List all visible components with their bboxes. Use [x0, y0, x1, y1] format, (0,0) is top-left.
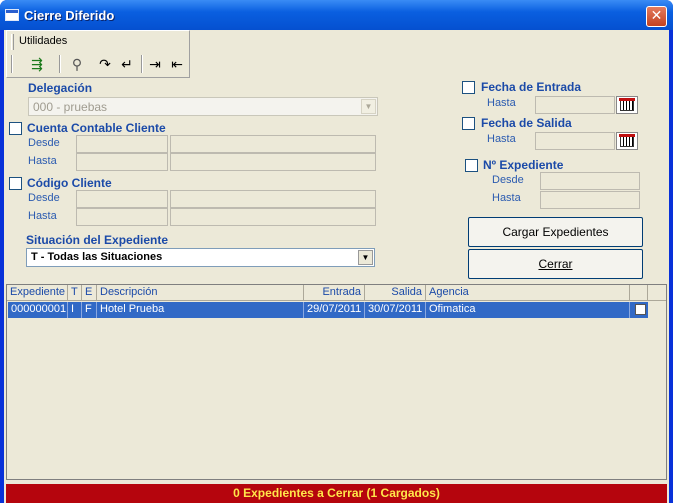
cell-expediente: 000000001: [8, 302, 68, 318]
col-agencia[interactable]: Agencia: [426, 285, 630, 301]
cell-agencia: Ofimatica: [426, 302, 630, 318]
situacion-label: Situación del Expediente: [26, 233, 169, 247]
delegacion-select: 000 - pruebas ▼: [28, 97, 378, 116]
codigo-desde-field-2[interactable]: [170, 190, 376, 208]
close-button[interactable]: ✕: [646, 6, 667, 27]
fecha-salida-hasta-field[interactable]: [535, 132, 615, 150]
grid-header: Expediente T E Descripción Entrada Salid…: [7, 285, 666, 301]
fecha-salida-label: Fecha de Salida: [481, 116, 572, 130]
cuenta-desde-label: Desde: [28, 137, 60, 149]
cuenta-checkbox[interactable]: [9, 122, 22, 135]
col-entrada[interactable]: Entrada: [304, 285, 365, 301]
col-check[interactable]: [630, 285, 648, 301]
cargar-expedientes-button[interactable]: Cargar Expedientes: [468, 217, 643, 247]
toolbar-grip-icon[interactable]: [11, 55, 13, 73]
calendar-icon[interactable]: [616, 132, 638, 150]
toolbar-separator: [141, 55, 143, 73]
cuenta-hasta-field-1[interactable]: [76, 153, 168, 171]
cerrar-button[interactable]: Cerrar: [468, 249, 643, 279]
col-expediente[interactable]: Expediente: [7, 285, 68, 301]
col-descripcion[interactable]: Descripción: [97, 285, 304, 301]
calendar-icon[interactable]: [616, 96, 638, 114]
codigo-hasta-label: Hasta: [28, 210, 57, 222]
codigo-label: Código Cliente: [27, 176, 112, 190]
table-row[interactable]: 000000001 I F Hotel Prueba 29/07/2011 30…: [8, 302, 648, 318]
expediente-checkbox[interactable]: [465, 159, 478, 172]
fecha-salida-checkbox[interactable]: [462, 117, 475, 130]
cuenta-label: Cuenta Contable Cliente: [27, 121, 166, 135]
col-t[interactable]: T: [68, 285, 82, 301]
undo-icon[interactable]: ↵: [117, 56, 137, 74]
expedientes-grid[interactable]: Expediente T E Descripción Entrada Salid…: [6, 284, 667, 480]
codigo-desde-label: Desde: [28, 192, 60, 204]
chevron-down-icon[interactable]: ▼: [358, 250, 373, 265]
cell-entrada: 29/07/2011: [304, 302, 365, 318]
expediente-hasta-field[interactable]: [540, 191, 640, 209]
expediente-desde-field[interactable]: [540, 172, 640, 190]
delegacion-value: 000 - pruebas: [33, 100, 108, 114]
menu-utilidades[interactable]: Utilidades: [19, 35, 67, 47]
toolbar: Utilidades ⇶ ⚲ ↷ ↵ ⇥ ⇤: [6, 30, 190, 78]
cuenta-hasta-label: Hasta: [28, 155, 57, 167]
fecha-entrada-checkbox[interactable]: [462, 81, 475, 94]
window-title: Cierre Diferido: [24, 8, 115, 23]
toolbar-separator: [59, 55, 61, 73]
cuenta-hasta-field-2[interactable]: [170, 153, 376, 171]
chevron-down-icon: ▼: [361, 99, 376, 114]
redo-icon[interactable]: ↷: [95, 56, 115, 74]
fecha-entrada-label: Fecha de Entrada: [481, 80, 582, 94]
situacion-value: T - Todas las Situaciones: [31, 251, 163, 263]
codigo-desde-field-1[interactable]: [76, 190, 168, 208]
cell-e: F: [82, 302, 97, 318]
delegacion-label: Delegación: [28, 81, 93, 95]
fecha-entrada-hasta-label: Hasta: [487, 97, 516, 109]
col-e[interactable]: E: [82, 285, 97, 301]
col-salida[interactable]: Salida: [365, 285, 426, 301]
window-icon: [5, 9, 19, 21]
cell-descripcion: Hotel Prueba: [97, 302, 304, 318]
first-icon[interactable]: ⇥: [145, 56, 165, 74]
last-icon[interactable]: ⇤: [167, 56, 187, 74]
cell-salida: 30/07/2011: [365, 302, 426, 318]
expediente-desde-label: Desde: [492, 174, 524, 186]
menu-grip-icon[interactable]: [11, 34, 14, 50]
client-area: Utilidades ⇶ ⚲ ↷ ↵ ⇥ ⇤ Delegación 000 - …: [4, 30, 669, 503]
fecha-salida-hasta-label: Hasta: [487, 133, 516, 145]
codigo-hasta-field-1[interactable]: [76, 208, 168, 226]
expediente-hasta-label: Hasta: [492, 192, 521, 204]
title-bar[interactable]: Cierre Diferido ✕: [0, 0, 673, 30]
row-checkbox[interactable]: [635, 304, 646, 315]
find-icon[interactable]: ⚲: [67, 56, 87, 74]
fecha-entrada-hasta-field[interactable]: [535, 96, 615, 114]
expediente-label: Nº Expediente: [483, 158, 564, 172]
situacion-select[interactable]: T - Todas las Situaciones ▼: [26, 248, 375, 267]
codigo-hasta-field-2[interactable]: [170, 208, 376, 226]
codigo-checkbox[interactable]: [9, 177, 22, 190]
cuenta-desde-field-2[interactable]: [170, 135, 376, 153]
exit-icon[interactable]: ⇶: [27, 56, 47, 74]
window: Cierre Diferido ✕ Utilidades ⇶ ⚲ ↷ ↵ ⇥ ⇤…: [0, 0, 673, 503]
status-bar: 0 Expedientes a Cerrar (1 Cargados): [6, 484, 667, 503]
cuenta-desde-field-1[interactable]: [76, 135, 168, 153]
cell-t: I: [68, 302, 82, 318]
